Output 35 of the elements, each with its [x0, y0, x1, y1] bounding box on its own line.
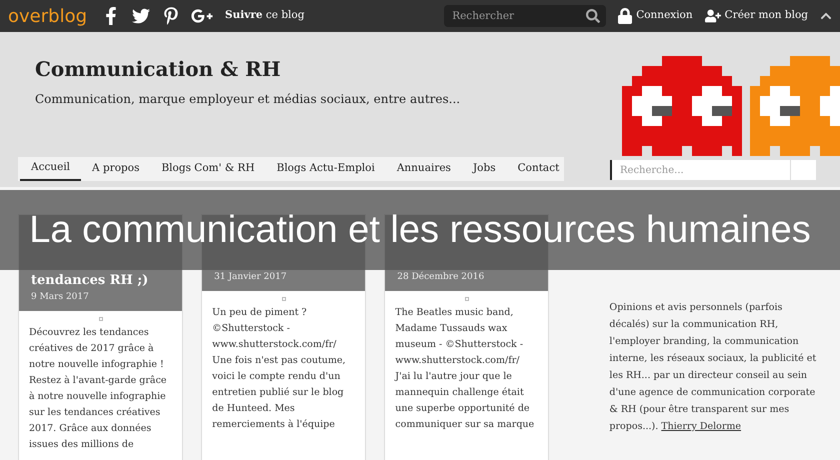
- search-field[interactable]: Rechercher: [444, 5, 606, 27]
- blog-subtitle: Communication, marque employeur et médias sociaux, entre autres...: [35, 91, 462, 108]
- small-image-icon: [282, 296, 286, 300]
- small-image-icon: [98, 316, 103, 320]
- post-date: 28 Décembre 2016: [397, 271, 486, 284]
- small-image-icon: [464, 296, 469, 300]
- follow-link[interactable]: Suivre ce blog: [225, 8, 304, 24]
- sidebar-search-field[interactable]: Recherche...: [610, 160, 790, 180]
- create-blog-link[interactable]: Créer mon blog: [724, 8, 808, 24]
- post-excerpt: Découvrez les tendances créatives de 2017 grâce à notre nouvelle infographie ! Restez à l'avant-garde grâce à notre nouvelle infographie sur les tendances créatives 2017. Grâce aux données issues des millions de: [28, 326, 168, 452]
- post-date: 31 Janvier 2017: [214, 271, 288, 284]
- search-icon[interactable]: [586, 9, 600, 23]
- post-excerpt: Un peu de piment ? ©Shutterstock - www.shutterstock.com/fr/ Une fois n'est pas coutume, voici le compte rendu d'un entretien publié sur le blog de Hunteed. Mes remerciements à l'équipe: [211, 306, 347, 432]
- nav-tab[interactable]: Accueil: [20, 157, 82, 181]
- site-logo[interactable]: overblog: [8, 2, 92, 30]
- nav-tab[interactable]: Jobs: [462, 157, 507, 181]
- twitter-icon[interactable]: [131, 7, 152, 25]
- sidebar-description: Opinions et avis personnels (parfois décalés) sur la communication RH, l'employer branding, la communication interne, les réseaux sociaux, la publicité et les RH... par un directeur conseil au sein d'une agence de communication corporate & RH (pour être transparent sur mes propos...). Thierry Delorme: [609, 301, 818, 434]
- blog-title[interactable]: Communication & RH: [35, 54, 610, 84]
- author-link[interactable]: Thierry Delorme: [661, 421, 742, 432]
- lock-icon: [618, 8, 632, 24]
- nav-tab[interactable]: Blogs Actu-Emploi: [266, 157, 386, 181]
- login-link[interactable]: Connexion: [636, 8, 693, 24]
- google-plus-icon[interactable]: [191, 7, 214, 25]
- user-plus-icon: [704, 8, 721, 24]
- nav-tab[interactable]: A propos: [81, 157, 150, 181]
- banner-title: La communication et les ressources humaines: [29, 208, 811, 252]
- chevron-up-icon[interactable]: [820, 10, 832, 22]
- post-excerpt: The Beatles music band, Madame Tussauds wax museum - ©Shutterstock - www.shutterstock.com/fr/ J'ai lu l'autre jour que le mannequin challenge était une superbe opportunité de communiquer sur sa marque: [394, 306, 536, 432]
- post-date: 9 Mars 2017: [31, 291, 90, 304]
- nav-tab[interactable]: Contact: [506, 157, 570, 181]
- pinterest-icon[interactable]: [163, 7, 180, 25]
- nav-tab[interactable]: Blogs Com' & RH: [150, 157, 266, 181]
- post-title[interactable]: tendances RH ;): [31, 271, 170, 291]
- nav-tab[interactable]: Annuaires: [386, 157, 462, 181]
